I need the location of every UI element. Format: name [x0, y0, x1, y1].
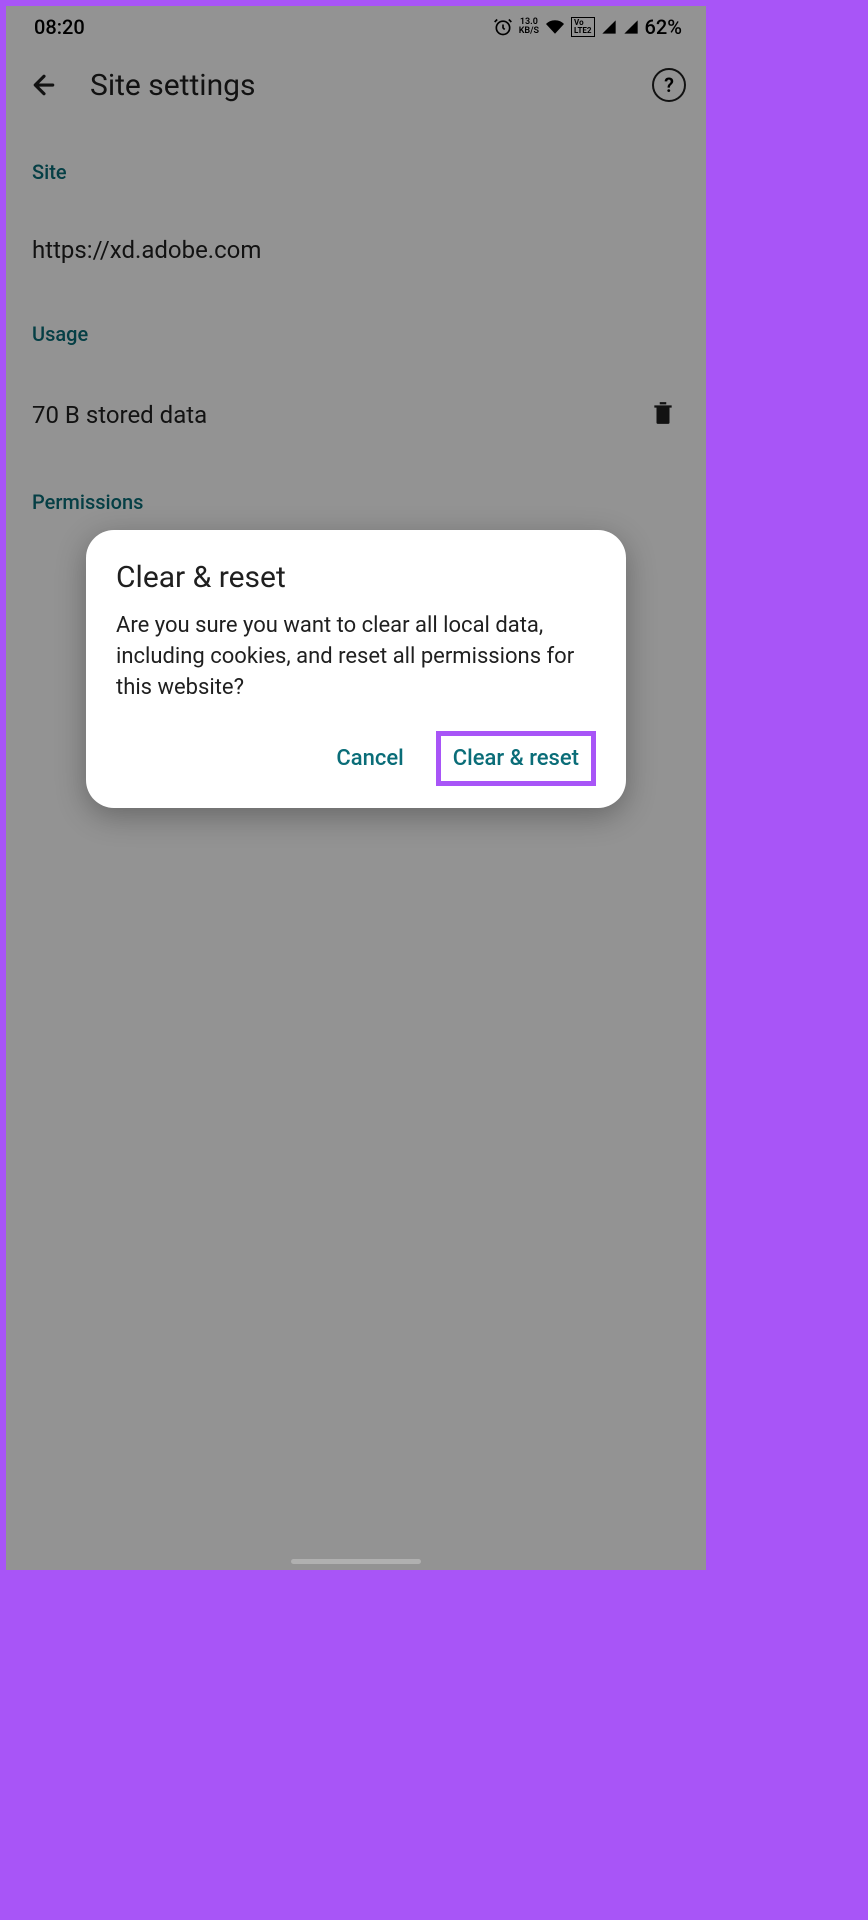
dialog-actions: Cancel Clear & reset — [116, 731, 596, 786]
screen: 08:20 13.0KB/S VoLTE2 62% — [6, 6, 706, 1570]
confirm-highlight: Clear & reset — [436, 731, 596, 786]
gesture-bar[interactable] — [291, 1559, 421, 1564]
dialog-body: Are you sure you want to clear all local… — [116, 611, 596, 703]
clear-reset-button[interactable]: Clear & reset — [449, 740, 583, 777]
modal-overlay[interactable]: Clear & reset Are you sure you want to c… — [6, 6, 706, 1570]
cancel-button[interactable]: Cancel — [322, 736, 417, 781]
clear-reset-dialog: Clear & reset Are you sure you want to c… — [86, 530, 626, 808]
dialog-title: Clear & reset — [116, 560, 596, 595]
